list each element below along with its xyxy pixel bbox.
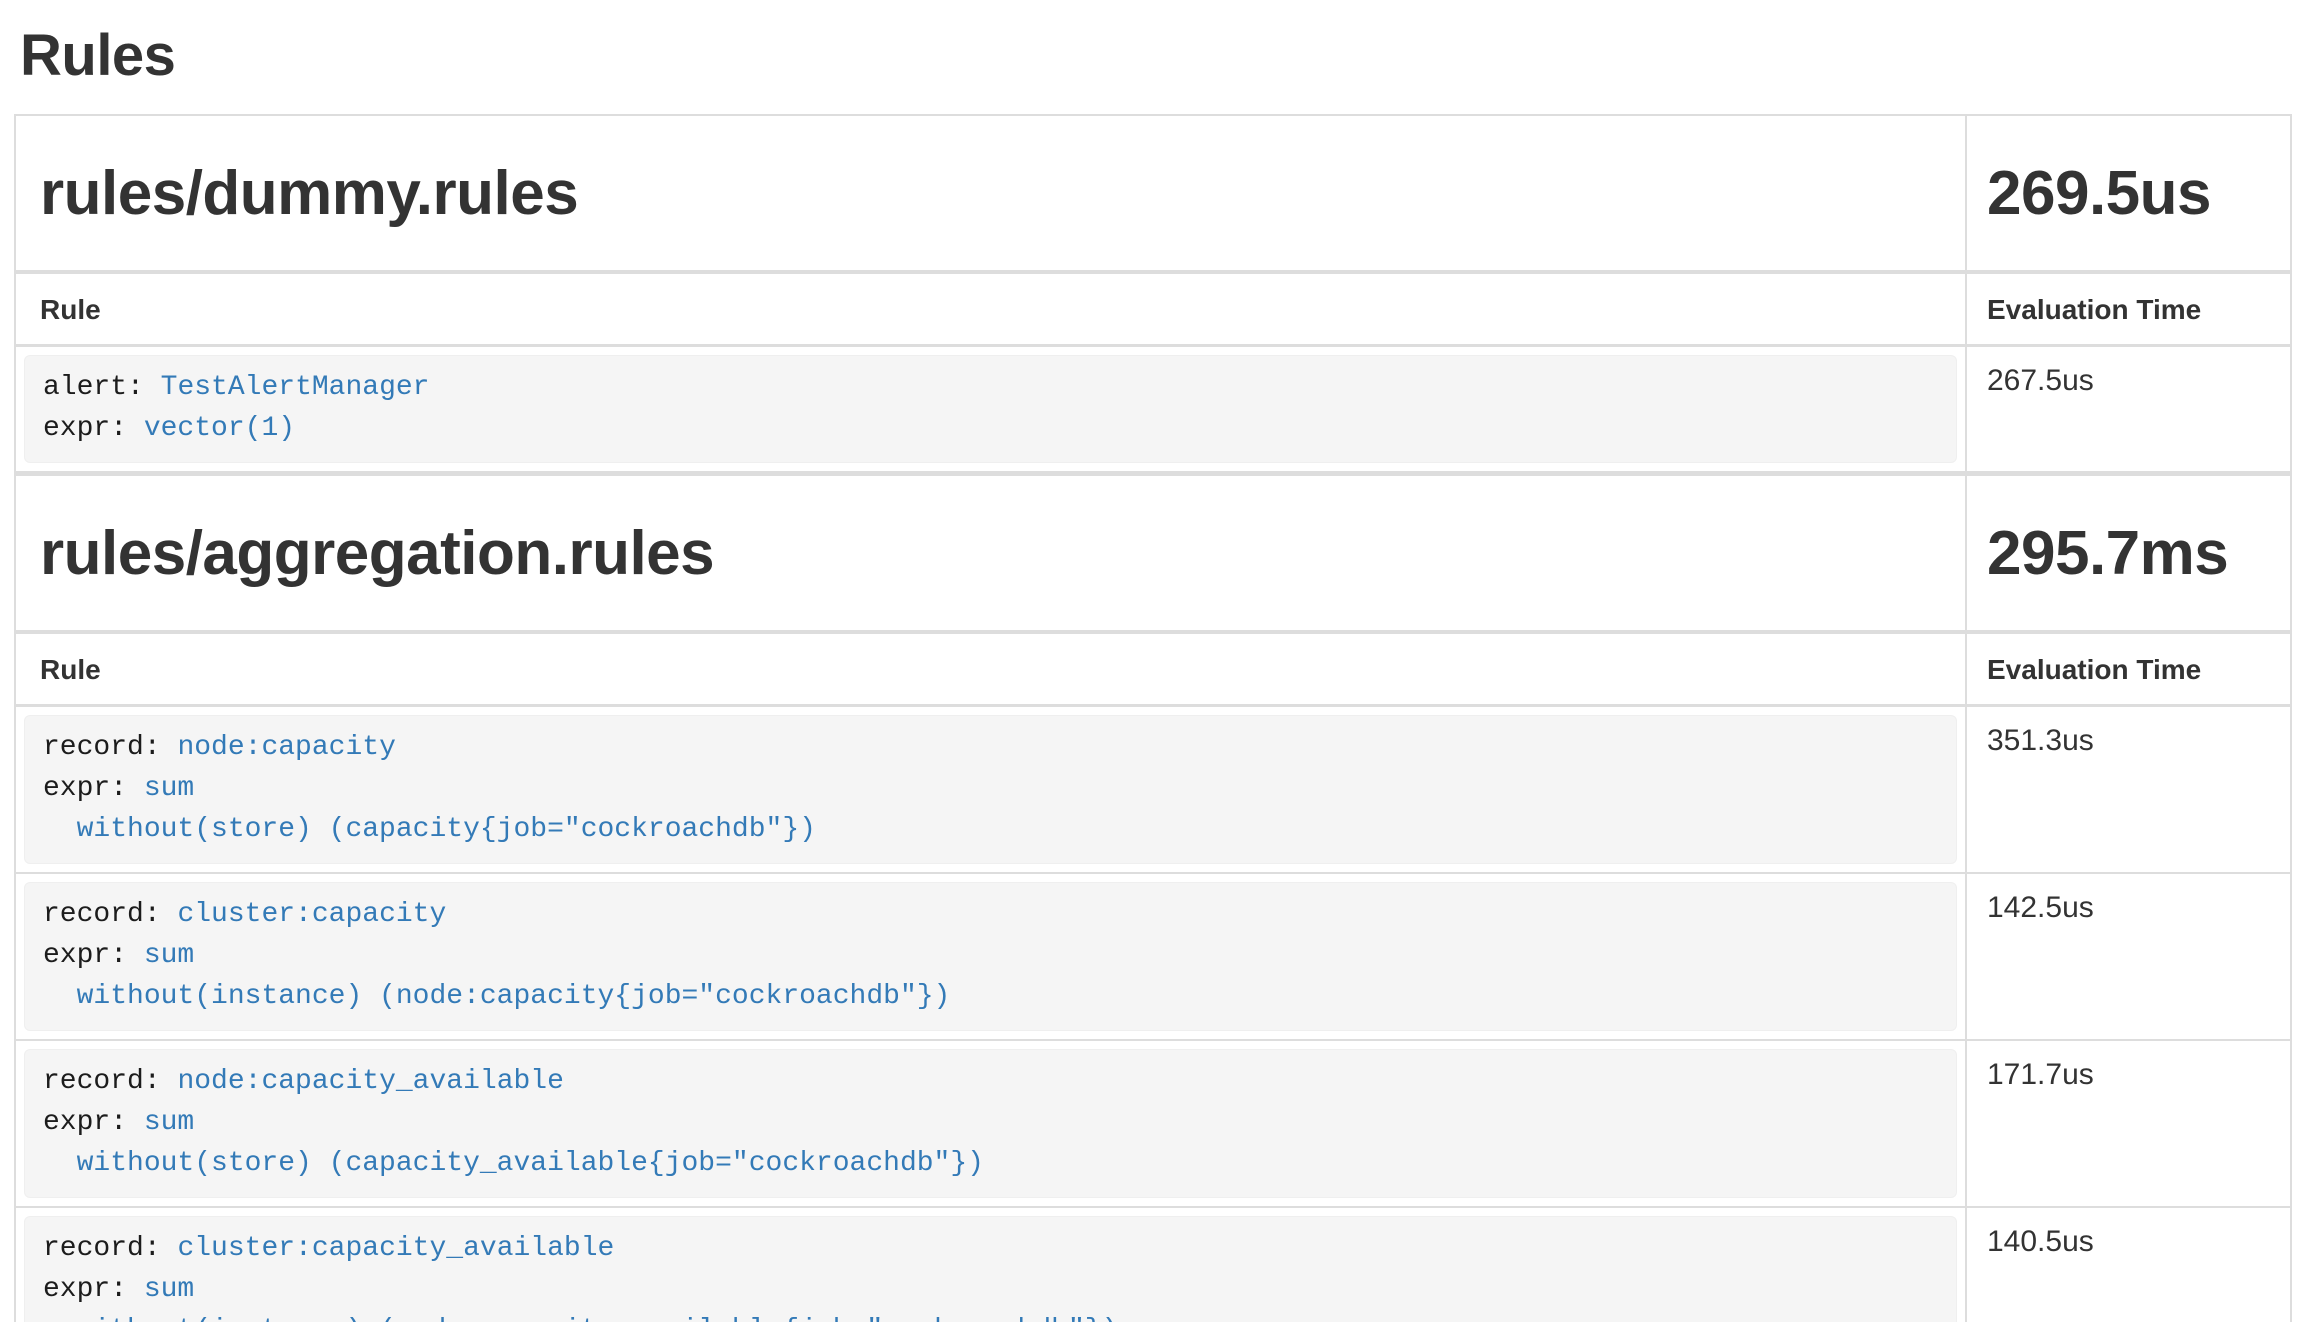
- rule-field-label: expr:: [43, 940, 127, 971]
- rule-name-link[interactable]: node:capacity_available: [177, 1066, 563, 1097]
- rule-definition: record: cluster:capacity_available expr:…: [24, 1216, 1957, 1322]
- rule-evaluation-time: 142.5us: [1966, 873, 2291, 1040]
- rule-definition: alert: TestAlertManager expr: vector(1): [24, 355, 1957, 463]
- rule-expr-link[interactable]: sum without(store) (capacity_available{j…: [43, 1107, 984, 1179]
- rules-table-body: rules/dummy.rules269.5usRuleEvaluation T…: [15, 115, 2291, 1322]
- rule-expr-link[interactable]: sum without(instance) (node:capacity{job…: [43, 940, 950, 1012]
- rule-evaluation-time: 140.5us: [1966, 1207, 2291, 1322]
- evaluation-time-column-header: Evaluation Time: [1966, 272, 2291, 346]
- rule-cell: record: cluster:capacity expr: sum witho…: [15, 873, 1966, 1040]
- rule-definition: record: node:capacity_available expr: su…: [24, 1049, 1957, 1198]
- rule-expr-link[interactable]: vector(1): [144, 413, 295, 444]
- rules-page: Rules rules/dummy.rules269.5usRuleEvalua…: [0, 24, 2304, 1322]
- column-header-row: RuleEvaluation Time: [15, 272, 2291, 346]
- rule-field-label: record:: [43, 732, 161, 763]
- page-title: Rules: [20, 24, 2290, 88]
- rule-field-label: expr:: [43, 773, 127, 804]
- rule-row: record: node:capacity expr: sum without(…: [15, 706, 2291, 874]
- rule-row: record: node:capacity_available expr: su…: [15, 1040, 2291, 1207]
- rule-cell: record: cluster:capacity_available expr:…: [15, 1207, 1966, 1322]
- rules-table: rules/dummy.rules269.5usRuleEvaluation T…: [14, 114, 2292, 1322]
- rule-group-evaluation-time: 269.5us: [1966, 115, 2291, 272]
- rule-definition: record: cluster:capacity expr: sum witho…: [24, 882, 1957, 1031]
- rule-column-header: Rule: [15, 272, 1966, 346]
- rule-field-label: record:: [43, 899, 161, 930]
- rule-evaluation-time: 267.5us: [1966, 346, 2291, 474]
- column-header-row: RuleEvaluation Time: [15, 632, 2291, 706]
- rule-expr-link[interactable]: sum without(store) (capacity{job="cockro…: [43, 773, 816, 845]
- rule-name-link[interactable]: TestAlertManager: [161, 372, 430, 403]
- rule-field-label: alert:: [43, 372, 144, 403]
- rule-group-name: rules/dummy.rules: [15, 115, 1966, 272]
- rule-group-name: rules/aggregation.rules: [15, 474, 1966, 633]
- rule-field-label: expr:: [43, 413, 127, 444]
- rule-name-link[interactable]: node:capacity: [177, 732, 395, 763]
- evaluation-time-column-header: Evaluation Time: [1966, 632, 2291, 706]
- rule-group-row: rules/dummy.rules269.5us: [15, 115, 2291, 272]
- rule-field-label: record:: [43, 1066, 161, 1097]
- rule-row: record: cluster:capacity_available expr:…: [15, 1207, 2291, 1322]
- rule-row: alert: TestAlertManager expr: vector(1)2…: [15, 346, 2291, 474]
- rule-group-evaluation-time: 295.7ms: [1966, 474, 2291, 633]
- rule-name-link[interactable]: cluster:capacity_available: [177, 1233, 614, 1264]
- rule-field-label: expr:: [43, 1107, 127, 1138]
- rule-name-link[interactable]: cluster:capacity: [177, 899, 446, 930]
- rule-cell: record: node:capacity_available expr: su…: [15, 1040, 1966, 1207]
- rule-cell: record: node:capacity expr: sum without(…: [15, 706, 1966, 874]
- rule-definition: record: node:capacity expr: sum without(…: [24, 715, 1957, 864]
- rule-expr-link[interactable]: sum without(instance) (node:capacity_ava…: [43, 1274, 1118, 1322]
- rule-cell: alert: TestAlertManager expr: vector(1): [15, 346, 1966, 474]
- rule-field-label: record:: [43, 1233, 161, 1264]
- rule-evaluation-time: 171.7us: [1966, 1040, 2291, 1207]
- rule-evaluation-time: 351.3us: [1966, 706, 2291, 874]
- rule-group-row: rules/aggregation.rules295.7ms: [15, 474, 2291, 633]
- rule-field-label: expr:: [43, 1274, 127, 1305]
- rule-row: record: cluster:capacity expr: sum witho…: [15, 873, 2291, 1040]
- rule-column-header: Rule: [15, 632, 1966, 706]
